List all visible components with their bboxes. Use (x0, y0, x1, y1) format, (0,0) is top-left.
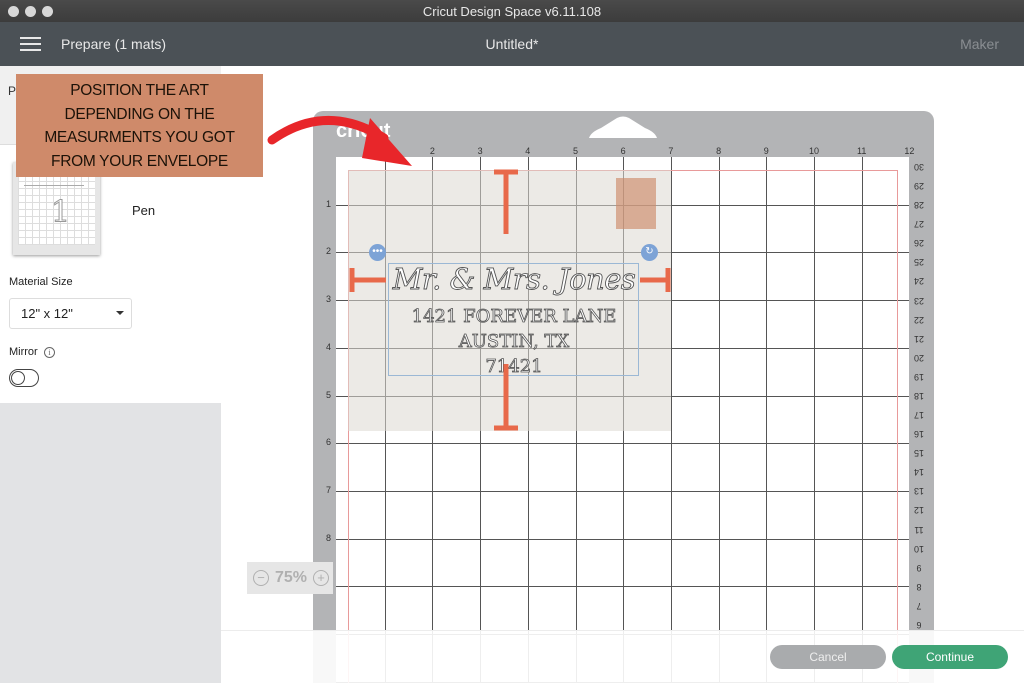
window-title: Cricut Design Space v6.11.108 (422, 4, 602, 19)
material-size-dropdown[interactable]: 12" x 12" (9, 298, 132, 329)
right-ruler-label: 11 (914, 524, 924, 535)
right-ruler-label: 22 (914, 314, 925, 325)
left-ruler-label: 2 (326, 246, 332, 257)
right-ruler-label: 7 (916, 600, 922, 611)
zoom-out-icon[interactable]: − (253, 570, 269, 586)
callout-line: MEASURMENTS YOU GOT (44, 129, 235, 146)
mat-load-tab (589, 116, 657, 138)
zoom-in-icon[interactable]: + (313, 570, 329, 586)
toggle-knob (11, 371, 25, 385)
material-size-value: 12" x 12" (21, 306, 73, 321)
mat-thumbnail-number: 1 (50, 195, 71, 231)
top-ruler-label: 3 (477, 146, 483, 156)
measurement-guides (349, 169, 671, 431)
left-ruler-label: 5 (326, 389, 332, 400)
callout-line: POSITION THE ART (70, 82, 209, 99)
right-ruler-label: 12 (914, 505, 925, 516)
right-ruler-label: 18 (914, 390, 925, 401)
callout-line: FROM YOUR ENVELOPE (51, 152, 228, 170)
left-ruler-label: 4 (326, 341, 332, 352)
right-ruler-label: 8 (916, 581, 922, 592)
continue-button[interactable]: Continue (892, 645, 1008, 669)
mirror-label: Mirror (9, 346, 38, 358)
right-ruler-label: 25 (914, 257, 925, 268)
right-ruler-label: 30 (914, 162, 925, 172)
right-ruler-label: 29 (914, 181, 925, 192)
mirror-toggle[interactable] (9, 369, 39, 387)
machine-label[interactable]: Maker (960, 36, 999, 52)
right-ruler-label: 24 (914, 276, 925, 287)
pen-label: Pen (132, 203, 156, 218)
right-ruler-label: 9 (916, 562, 922, 573)
right-ruler-label: 6 (916, 619, 922, 630)
top-ruler-label: 12 (904, 146, 915, 156)
cancel-button[interactable]: Cancel (770, 645, 886, 669)
left-panel-empty-area (0, 403, 221, 683)
right-ruler-label: 20 (914, 352, 925, 363)
right-ruler-label: 19 (914, 371, 925, 382)
zoom-level: 75% (275, 569, 308, 586)
window-titlebar: Cricut Design Space v6.11.108 (0, 0, 1024, 22)
right-ruler-label: 15 (914, 448, 925, 459)
instruction-callout: POSITION THE ART DEPENDING ON THE MEASUR… (16, 74, 263, 177)
right-ruler-label: 21 (914, 333, 925, 344)
document-title: Untitled* (485, 36, 539, 52)
left-ruler-label: 7 (326, 484, 332, 495)
callout-line: DEPENDING ON THE (64, 105, 215, 123)
right-ruler-label: 27 (914, 219, 925, 230)
left-ruler-label: 6 (326, 437, 332, 448)
caret-down-icon (116, 311, 124, 315)
right-ruler-label: 23 (914, 295, 925, 306)
right-ruler-label: 28 (914, 200, 925, 211)
right-ruler-label: 16 (914, 429, 925, 440)
left-ruler-label: 3 (326, 294, 332, 305)
left-ruler-label: 1 (326, 198, 332, 209)
top-ruler-label: 8 (716, 146, 722, 156)
red-arrow-icon (267, 116, 412, 166)
mat-thumbnail-grid: 1 (18, 167, 95, 245)
top-ruler-label: 6 (620, 146, 626, 156)
left-ruler-label: 8 (326, 532, 332, 543)
top-ruler-label: 9 (763, 146, 769, 156)
right-ruler-label: 26 (914, 238, 925, 249)
zoom-control: − 75% + (247, 562, 333, 594)
material-size-label: Material Size (9, 276, 73, 288)
right-ruler-label: 10 (914, 543, 925, 554)
info-icon[interactable]: i (44, 347, 55, 358)
top-ruler-label: 5 (572, 146, 578, 156)
top-ruler-label: 7 (668, 146, 674, 156)
right-ruler-label: 17 (914, 410, 925, 421)
top-ruler-label: 2 (429, 146, 435, 156)
top-ruler-label: 11 (857, 146, 867, 156)
right-ruler-label: 13 (914, 486, 925, 497)
top-ruler-label: 4 (525, 146, 531, 156)
tab-letter: P (8, 84, 17, 98)
app-header: Prepare (1 mats) Untitled* Maker (0, 22, 1024, 66)
top-ruler-label: 10 (808, 146, 819, 156)
right-ruler-label: 14 (914, 467, 925, 478)
